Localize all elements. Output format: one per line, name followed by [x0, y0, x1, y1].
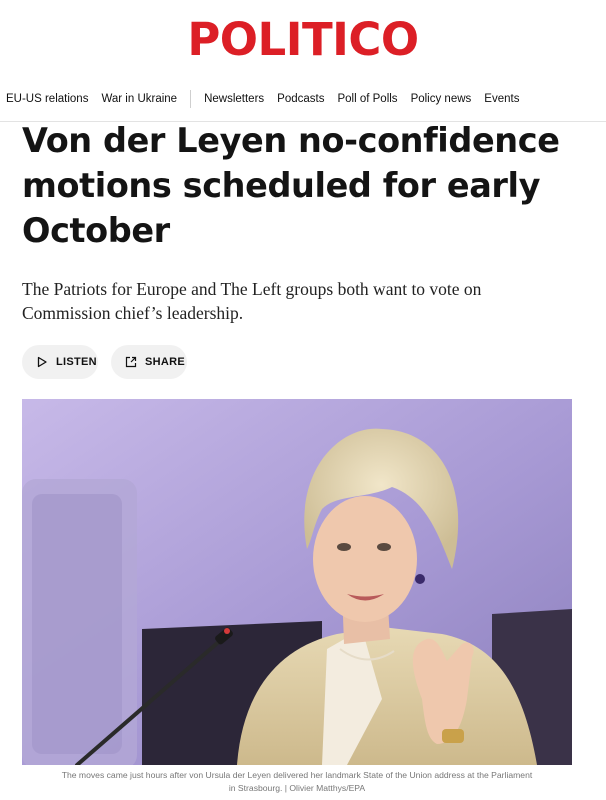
nav-link-policy-news[interactable]: Policy news — [411, 93, 472, 105]
listen-button[interactable]: LISTEN — [22, 345, 98, 379]
share-arrow-icon — [125, 356, 137, 368]
nav-link-eu-us-relations[interactable]: EU-US relations — [6, 93, 88, 105]
article-headline: Von der Leyen no-confidence motions sche… — [22, 118, 590, 253]
share-label: SHARE — [145, 356, 186, 368]
caption-line: The moves came just hours after von Ursu… — [61, 770, 533, 780]
lead-photo-illustration — [22, 399, 572, 765]
headline-line: motions scheduled for early — [22, 166, 541, 205]
headline-line: October — [22, 211, 170, 250]
dek-line: The Patriots for Europe and The Left gro… — [22, 279, 482, 299]
dek-line: Commission chief’s leadership. — [22, 303, 244, 323]
nav-link-events[interactable]: Events — [484, 93, 519, 105]
politico-logo[interactable]: POLITICO — [187, 17, 419, 62]
headline-line: Von der Leyen no-confidence — [22, 121, 560, 160]
lead-photo[interactable] — [22, 399, 572, 765]
nav-divider — [190, 90, 192, 108]
caption-line: in Strasbourg. | Olivier Matthys/EPA — [228, 783, 366, 793]
nav-link-poll-of-polls[interactable]: Poll of Polls — [337, 93, 397, 105]
photo-caption: The moves came just hours after von Ursu… — [22, 769, 572, 795]
logo-container: POLITICO — [0, 0, 606, 78]
listen-label: LISTEN — [56, 356, 97, 368]
nav-link-podcasts[interactable]: Podcasts — [277, 93, 324, 105]
play-triangle-icon — [36, 356, 48, 368]
article-dek: The Patriots for Europe and The Left gro… — [22, 277, 582, 325]
nav-link-war-in-ukraine[interactable]: War in Ukraine — [101, 93, 177, 105]
topic-nav: EU-US relations War in Ukraine Newslette… — [0, 85, 606, 113]
nav-link-newsletters[interactable]: Newsletters — [204, 93, 264, 105]
share-button[interactable]: SHARE — [111, 345, 187, 379]
